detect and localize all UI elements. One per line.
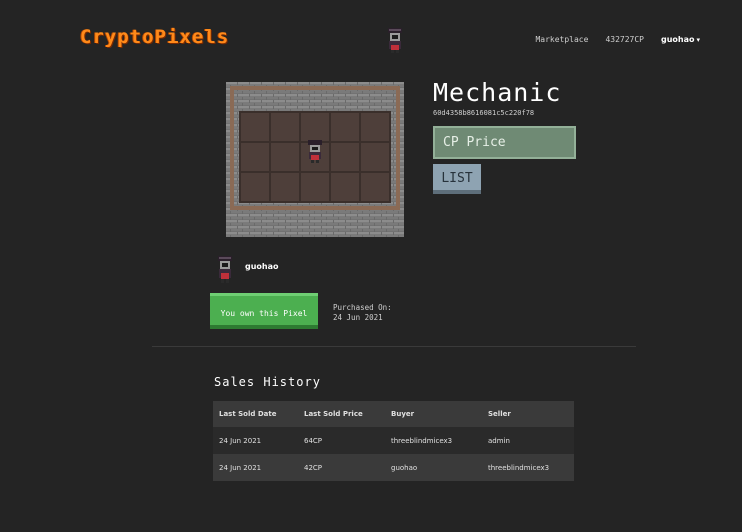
table-row: 24 Jun 2021 42CP guohao threeblindmicex3: [213, 454, 574, 481]
sales-history-title: Sales History: [214, 375, 321, 389]
pixel-hash: 60d4358b8616081c5c220f78: [433, 109, 535, 117]
user-name: guohao: [660, 35, 695, 44]
owner-avatar-icon: [218, 256, 232, 283]
table-cell[interactable]: guohao: [385, 454, 482, 481]
owner-name[interactable]: guohao: [245, 262, 279, 271]
cp-price-input[interactable]: CP Price: [433, 126, 576, 159]
column-header: Seller: [482, 401, 574, 427]
purchased-label: Purchased On:: [333, 303, 392, 312]
purchased-date: 24 Jun 2021: [333, 313, 383, 322]
column-header: Last Sold Price: [298, 401, 385, 427]
table-cell: 42CP: [298, 454, 385, 481]
mechanic-pixel-icon: [388, 28, 402, 53]
table-cell[interactable]: admin: [482, 427, 574, 454]
table-cell: 64CP: [298, 427, 385, 454]
table-cell[interactable]: threeblindmicex3: [385, 427, 482, 454]
marketplace-link[interactable]: Marketplace: [535, 35, 588, 44]
user-menu[interactable]: guohao ▾: [661, 35, 700, 44]
list-button[interactable]: LIST: [433, 164, 481, 194]
table-cell: 24 Jun 2021: [213, 454, 298, 481]
table-header-row: Last Sold Date Last Sold Price Buyer Sel…: [213, 401, 574, 427]
balance: 432727CP: [605, 35, 644, 44]
divider: [152, 346, 636, 347]
table-row: 24 Jun 2021 64CP threeblindmicex3 admin: [213, 427, 574, 454]
table-cell[interactable]: threeblindmicex3: [482, 454, 574, 481]
sales-history-table: Last Sold Date Last Sold Price Buyer Sel…: [213, 401, 574, 481]
column-header: Buyer: [385, 401, 482, 427]
top-nav: Marketplace 432727CP guohao ▾: [535, 35, 700, 44]
purchased-info: Purchased On: 24 Jun 2021: [333, 303, 392, 323]
chevron-down-icon: ▾: [696, 36, 700, 44]
pixel-title: Mechanic: [433, 78, 562, 107]
pixel-room-image: [226, 82, 404, 237]
own-pixel-button[interactable]: You own this Pixel: [210, 293, 318, 329]
column-header: Last Sold Date: [213, 401, 298, 427]
table-cell: 24 Jun 2021: [213, 427, 298, 454]
app-logo[interactable]: CryptoPixels: [80, 26, 229, 48]
